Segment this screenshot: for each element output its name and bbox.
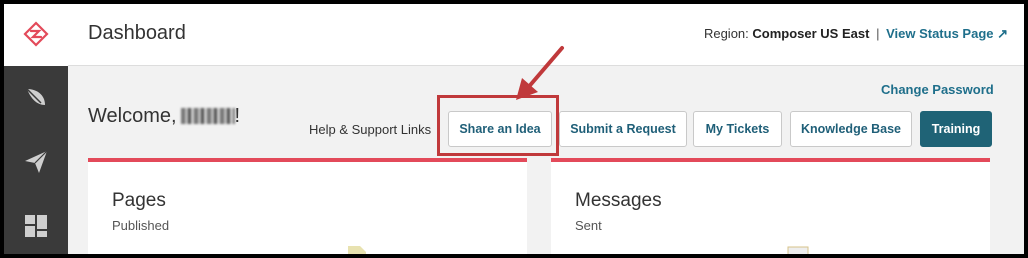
region-label: Region: [703, 26, 749, 41]
composer-logo-icon [23, 21, 49, 47]
messages-card: Messages Sent [551, 158, 990, 254]
region-separator: | [876, 26, 880, 41]
welcome-message: Welcome,! [88, 105, 240, 128]
document-icon [348, 246, 366, 254]
my-tickets-button[interactable]: My Tickets [693, 111, 782, 147]
logo[interactable] [4, 4, 68, 66]
submit-request-button[interactable]: Submit a Request [559, 111, 687, 147]
knowledge-base-button[interactable]: Knowledge Base [790, 111, 912, 147]
sidebar-item-dashboard[interactable] [20, 210, 52, 242]
callout-arrow-icon [516, 46, 564, 100]
envelope-icon [787, 246, 809, 254]
region-info: Region: Composer US East | View Status P… [704, 26, 1008, 42]
welcome-prefix: Welcome, [88, 105, 177, 127]
dashboard-grid-icon [25, 215, 47, 237]
sidebar-item-content[interactable] [20, 82, 52, 114]
redacted-username [180, 108, 235, 124]
help-support-label: Help & Support Links [309, 122, 432, 137]
pages-card-subtitle: Published [112, 218, 170, 233]
training-button[interactable]: Training [920, 111, 992, 147]
change-password-link[interactable]: Change Password [881, 82, 994, 97]
page-title: Dashboard [88, 22, 186, 44]
view-status-link[interactable]: View Status Page ↗ [886, 26, 1008, 41]
paper-plane-icon [25, 150, 48, 173]
app-window: Dashboard Region: Composer US East | Vie… [4, 4, 1024, 254]
callout-highlight-box [437, 95, 559, 156]
sidebar-item-messages[interactable] [20, 146, 52, 178]
region-value: Composer US East [752, 26, 870, 41]
sidebar [4, 4, 68, 254]
messages-card-subtitle: Sent [575, 218, 602, 233]
messages-card-title: Messages [575, 190, 662, 211]
pages-card: Pages Published [88, 158, 527, 254]
feather-icon [26, 88, 45, 105]
welcome-suffix: ! [234, 105, 241, 127]
pages-card-title: Pages [112, 190, 166, 211]
